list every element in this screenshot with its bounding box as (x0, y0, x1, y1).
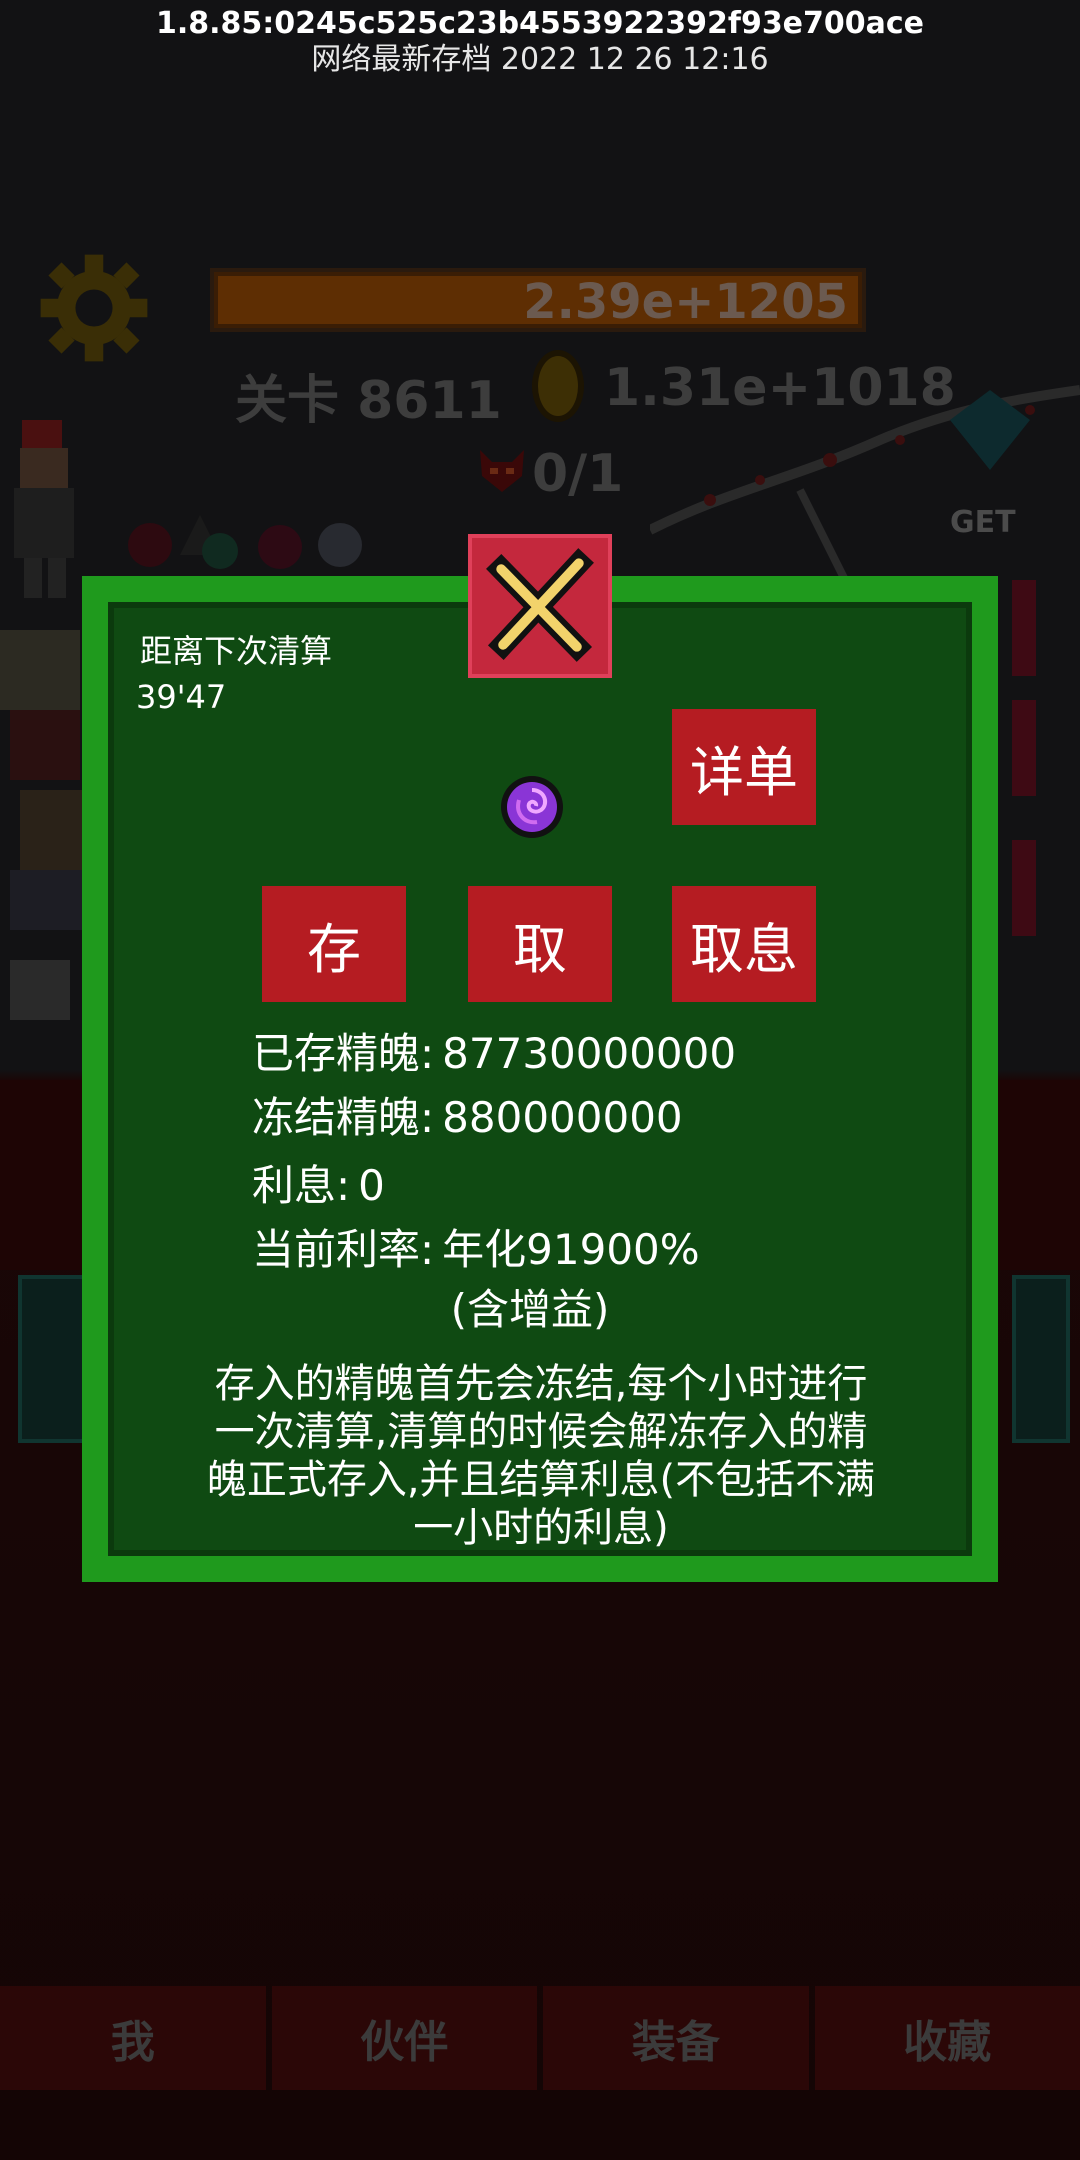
stored-souls-row: 已存精魄: 87730000000 (252, 1028, 736, 1080)
stored-souls-label: 已存精魄: (252, 1029, 435, 1078)
frozen-souls-value: 880000000 (442, 1093, 683, 1142)
stage-label: 关卡 8611 (235, 371, 502, 431)
side-tab-1[interactable] (1012, 580, 1036, 676)
get-label[interactable]: GET (950, 505, 1016, 540)
bank-description: 存入的精魄首先会冻结,每个小时进行一次清算,清算的时候会解冻存入的精魄正式存入,… (206, 1361, 876, 1551)
save-time-label: 网络最新存档 2022 12 26 12:16 (311, 42, 769, 77)
kill-count: 0/1 (532, 444, 624, 504)
bottom-navigation: 我 伙伴 装备 收藏 (0, 1986, 1080, 2090)
side-tab-2[interactable] (1012, 700, 1036, 796)
settings-gear-icon[interactable] (36, 250, 152, 366)
nav-me[interactable]: 我 (0, 1986, 266, 2090)
boss-hp-value: 2.39e+1205 (523, 274, 848, 330)
stored-souls-value: 87730000000 (442, 1029, 737, 1078)
detail-button[interactable]: 详单 (672, 709, 816, 825)
withdraw-button[interactable]: 取 (468, 886, 612, 1002)
side-tab-3[interactable] (1012, 840, 1036, 936)
frozen-souls-row: 冻结精魄: 880000000 (252, 1092, 683, 1144)
interest-row: 利息: 0 (252, 1160, 385, 1212)
interest-rate-value: 年化91900% (442, 1225, 700, 1274)
gold-coin-icon (532, 350, 584, 422)
next-settlement-label: 距离下次清算 (140, 632, 333, 670)
enemy-sprites (128, 515, 362, 569)
nav-equipment[interactable]: 装备 (543, 1986, 809, 2090)
withdraw-interest-button[interactable]: 取息 (672, 886, 816, 1002)
close-icon (486, 548, 594, 662)
frozen-souls-label: 冻结精魄: (252, 1093, 435, 1142)
nav-collection[interactable]: 收藏 (814, 1986, 1080, 2090)
rate-bonus-note: (含增益) (450, 1285, 610, 1334)
interest-label: 利息: (252, 1161, 351, 1210)
close-button[interactable] (468, 534, 612, 678)
nav-partner[interactable]: 伙伴 (271, 1986, 537, 2090)
boss-hp-bar: 2.39e+1205 (210, 268, 866, 332)
soul-orb-icon (501, 776, 563, 838)
game-screen: 1.8.85:0245c525c23b4553922392f93e700ace … (0, 0, 1080, 2160)
interest-rate-row: 当前利率: 年化91900% (252, 1224, 700, 1276)
version-label: 1.8.85:0245c525c23b4553922392f93e700ace (155, 6, 925, 41)
interest-value: 0 (358, 1161, 385, 1210)
demon-kill-icon (480, 450, 524, 492)
deposit-button[interactable]: 存 (262, 886, 406, 1002)
interest-rate-label: 当前利率: (252, 1225, 435, 1274)
next-settlement-countdown: 39'47 (136, 678, 227, 716)
